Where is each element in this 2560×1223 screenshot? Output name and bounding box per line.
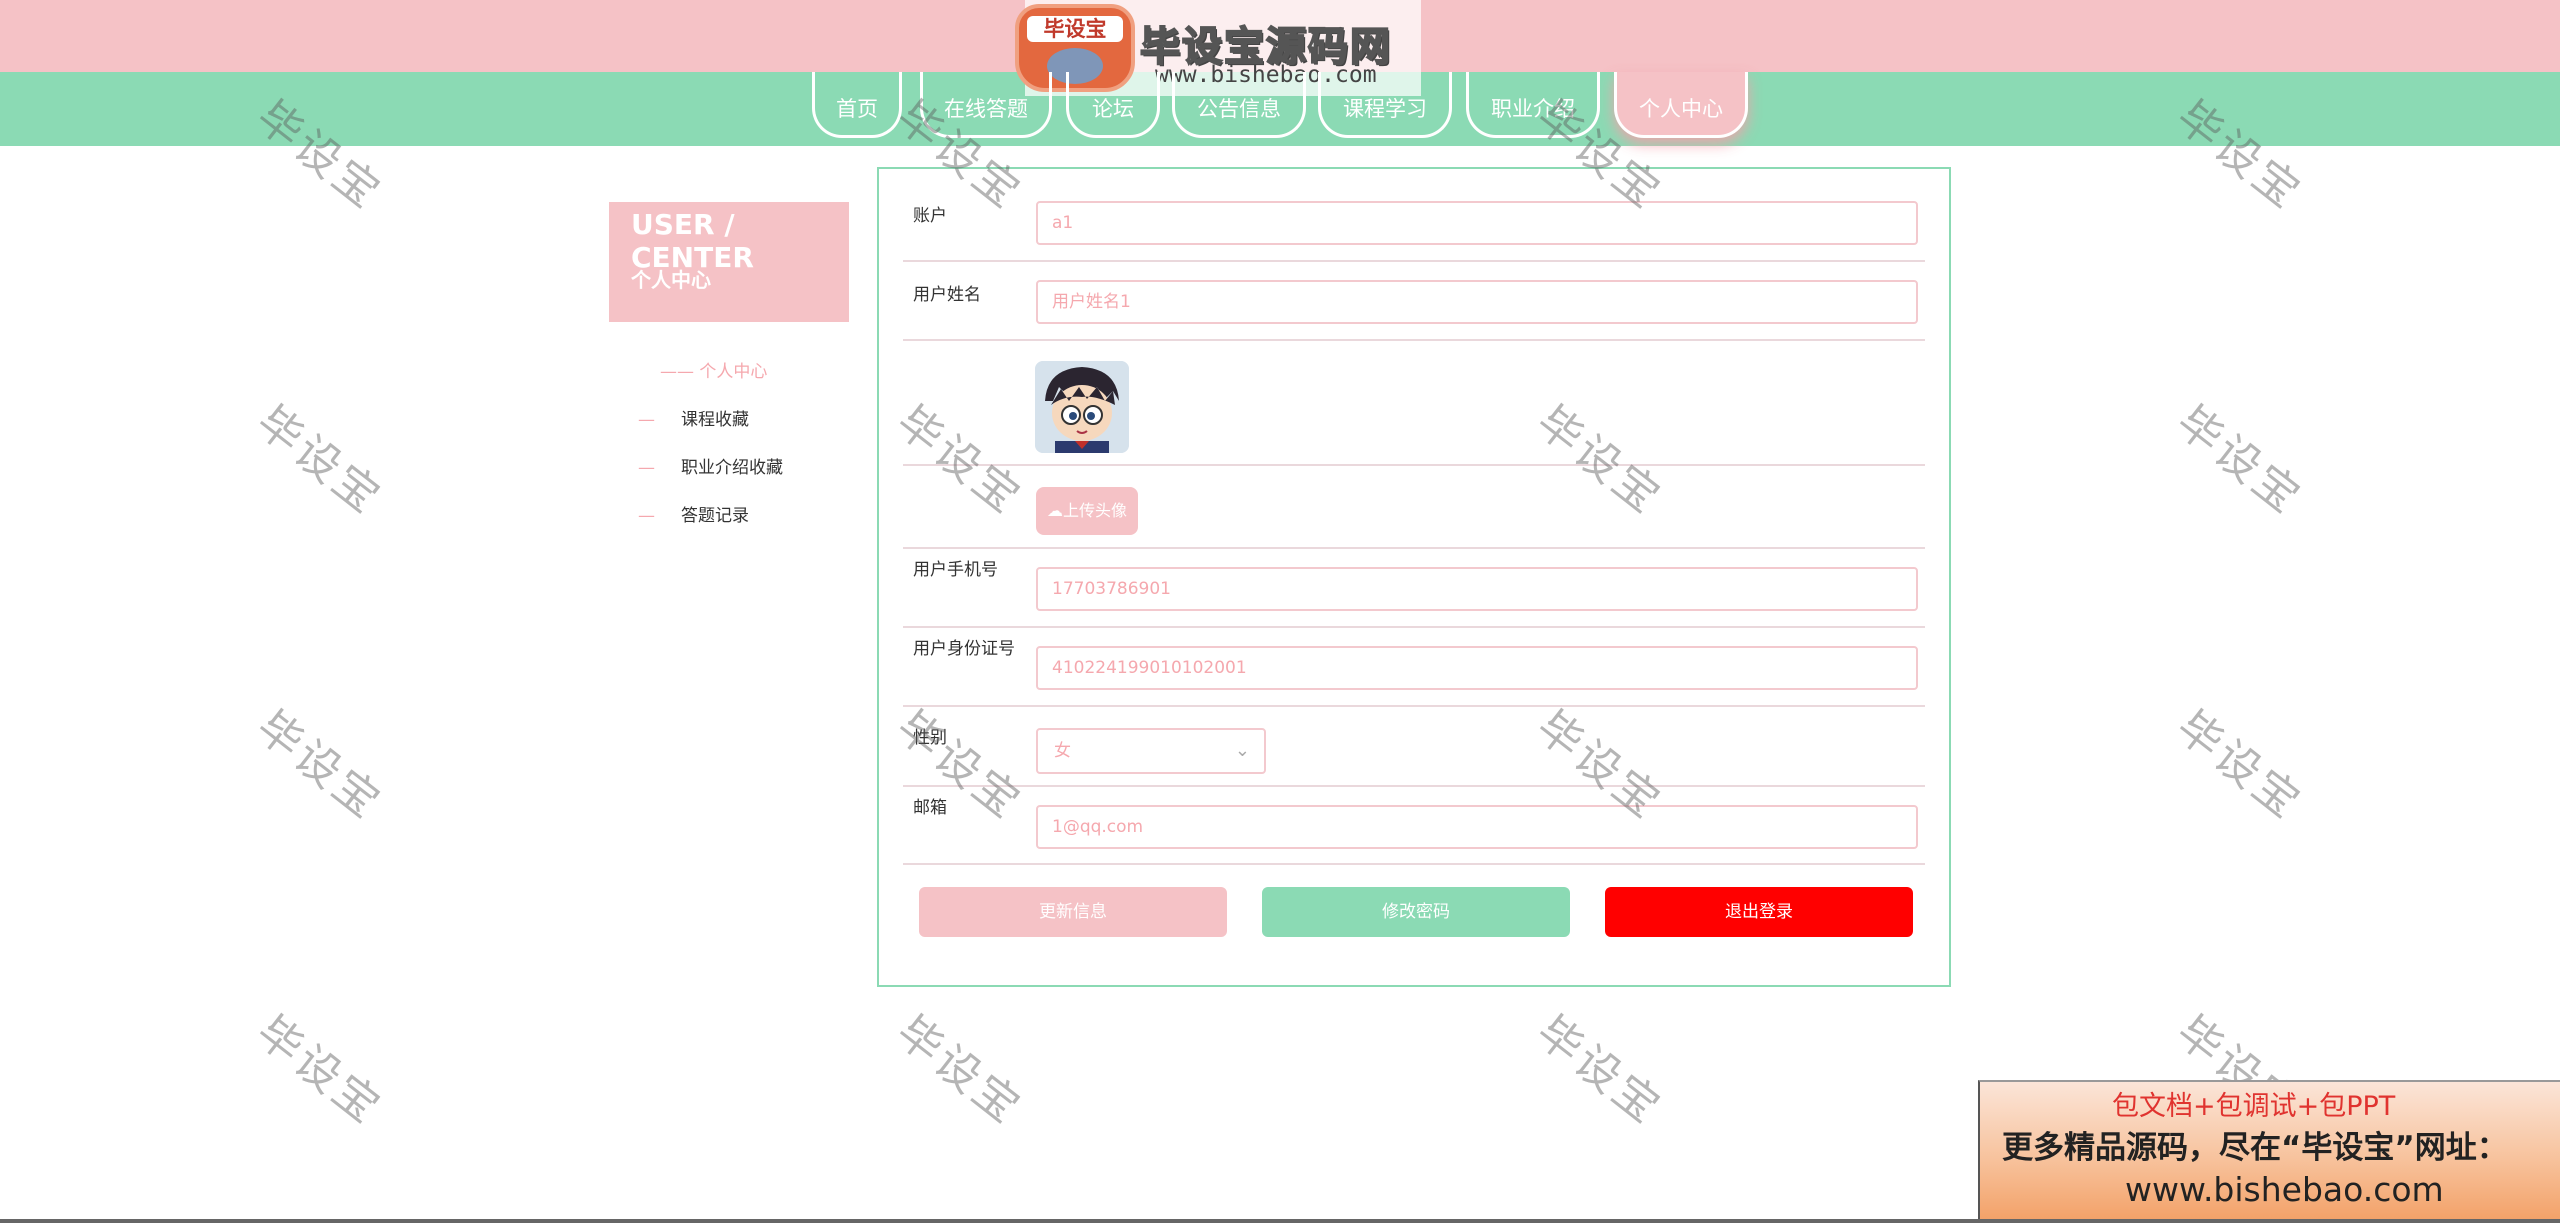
sidebar-item-course-favorites[interactable]: — 课程收藏 xyxy=(638,405,749,430)
nav-item-online-quiz[interactable]: 在线答题 xyxy=(920,72,1052,138)
update-info-button[interactable]: 更新信息 xyxy=(919,887,1227,937)
dash-icon: — xyxy=(638,458,655,478)
gender-value: 女 xyxy=(1054,741,1071,761)
watermark: 毕设宝 xyxy=(246,701,392,830)
account-field[interactable]: a1 xyxy=(1036,201,1918,245)
watermark: 毕设宝 xyxy=(246,396,392,525)
sidebar-item-label: 答题记录 xyxy=(681,506,749,526)
upload-avatar-button[interactable]: ☁上传头像 xyxy=(1036,487,1138,535)
nav-item-user-center[interactable]: 个人中心 xyxy=(1614,72,1748,138)
nav-item-home[interactable]: 首页 xyxy=(812,72,902,138)
phone-field[interactable]: 17703786901 xyxy=(1036,567,1918,611)
account-label: 账户 xyxy=(913,206,947,226)
email-label: 邮箱 xyxy=(913,798,947,818)
watermark: 毕设宝 xyxy=(1526,1006,1672,1135)
form-row-name: 用户姓名 用户姓名1 xyxy=(903,260,1925,341)
ad-line-2: 更多精品源码，尽在“毕设宝”网址： xyxy=(2002,1130,2508,1166)
dash-icon: — xyxy=(638,506,655,526)
sidebar-item-user-center[interactable]: —— 个人中心 xyxy=(660,357,767,382)
watermark: 毕设宝 xyxy=(2166,701,2312,830)
ad-banner[interactable]: 包文档+包调试+包PPT 更多精品源码，尽在“毕设宝”网址： www.bishe… xyxy=(1978,1080,2560,1223)
nav-item-announcements[interactable]: 公告信息 xyxy=(1172,72,1306,138)
logout-button[interactable]: 退出登录 xyxy=(1605,887,1913,937)
change-password-button[interactable]: 修改密码 xyxy=(1262,887,1570,937)
form-row-account: 账户 a1 xyxy=(903,193,1925,262)
name-label: 用户姓名 xyxy=(913,285,981,305)
bottom-divider xyxy=(0,1219,2560,1223)
dash-icon: — xyxy=(638,410,655,430)
form-row-email: 邮箱 1@qq.com xyxy=(903,785,1925,865)
watermark: 毕设宝 xyxy=(2166,396,2312,525)
gender-select[interactable]: 女 ⌄ xyxy=(1036,728,1266,774)
sidebar-heading-cn: 个人中心 xyxy=(631,268,711,292)
profile-form: 账户 a1 用户姓名 用户姓名1 ☁上传头像 用户手机号 17703786901… xyxy=(877,167,1951,987)
sidebar-item-label: 课程收藏 xyxy=(681,410,749,430)
form-row-phone: 用户手机号 17703786901 xyxy=(903,547,1925,628)
form-row-id-card: 用户身份证号 410224199010102001 xyxy=(903,626,1925,707)
upload-avatar-label: 上传头像 xyxy=(1062,501,1127,520)
watermark: 毕设宝 xyxy=(886,1006,1032,1135)
sidebar-header: USER / CENTER 个人中心 xyxy=(609,202,849,322)
avatar xyxy=(1035,361,1129,453)
phone-label: 用户手机号 xyxy=(913,560,998,580)
logo-badge-text: 毕设宝 xyxy=(1027,16,1123,42)
name-field[interactable]: 用户姓名1 xyxy=(1036,280,1918,324)
id-card-field[interactable]: 410224199010102001 xyxy=(1036,646,1918,690)
sidebar-item-career-favorites[interactable]: — 职业介绍收藏 xyxy=(638,453,783,478)
nav-item-careers[interactable]: 职业介绍 xyxy=(1466,72,1600,138)
cloud-upload-icon: ☁ xyxy=(1046,501,1063,520)
gender-label: 性别 xyxy=(913,728,947,748)
main-nav: 首页 在线答题 论坛 公告信息 课程学习 职业介绍 个人中心 xyxy=(0,72,2560,146)
ad-line-1: 包文档+包调试+包PPT xyxy=(2112,1091,2396,1122)
sidebar-item-label: 职业介绍收藏 xyxy=(681,458,783,478)
nav-item-forum[interactable]: 论坛 xyxy=(1066,72,1160,138)
chevron-down-icon: ⌄ xyxy=(1234,740,1250,761)
nav-item-courses[interactable]: 课程学习 xyxy=(1318,72,1452,138)
ad-line-3: www.bishebao.com xyxy=(2125,1170,2444,1209)
watermark: 毕设宝 xyxy=(246,1006,392,1135)
sidebar-item-quiz-records[interactable]: — 答题记录 xyxy=(638,501,749,526)
email-field[interactable]: 1@qq.com xyxy=(1036,805,1918,849)
id-card-label: 用户身份证号 xyxy=(913,639,1015,659)
